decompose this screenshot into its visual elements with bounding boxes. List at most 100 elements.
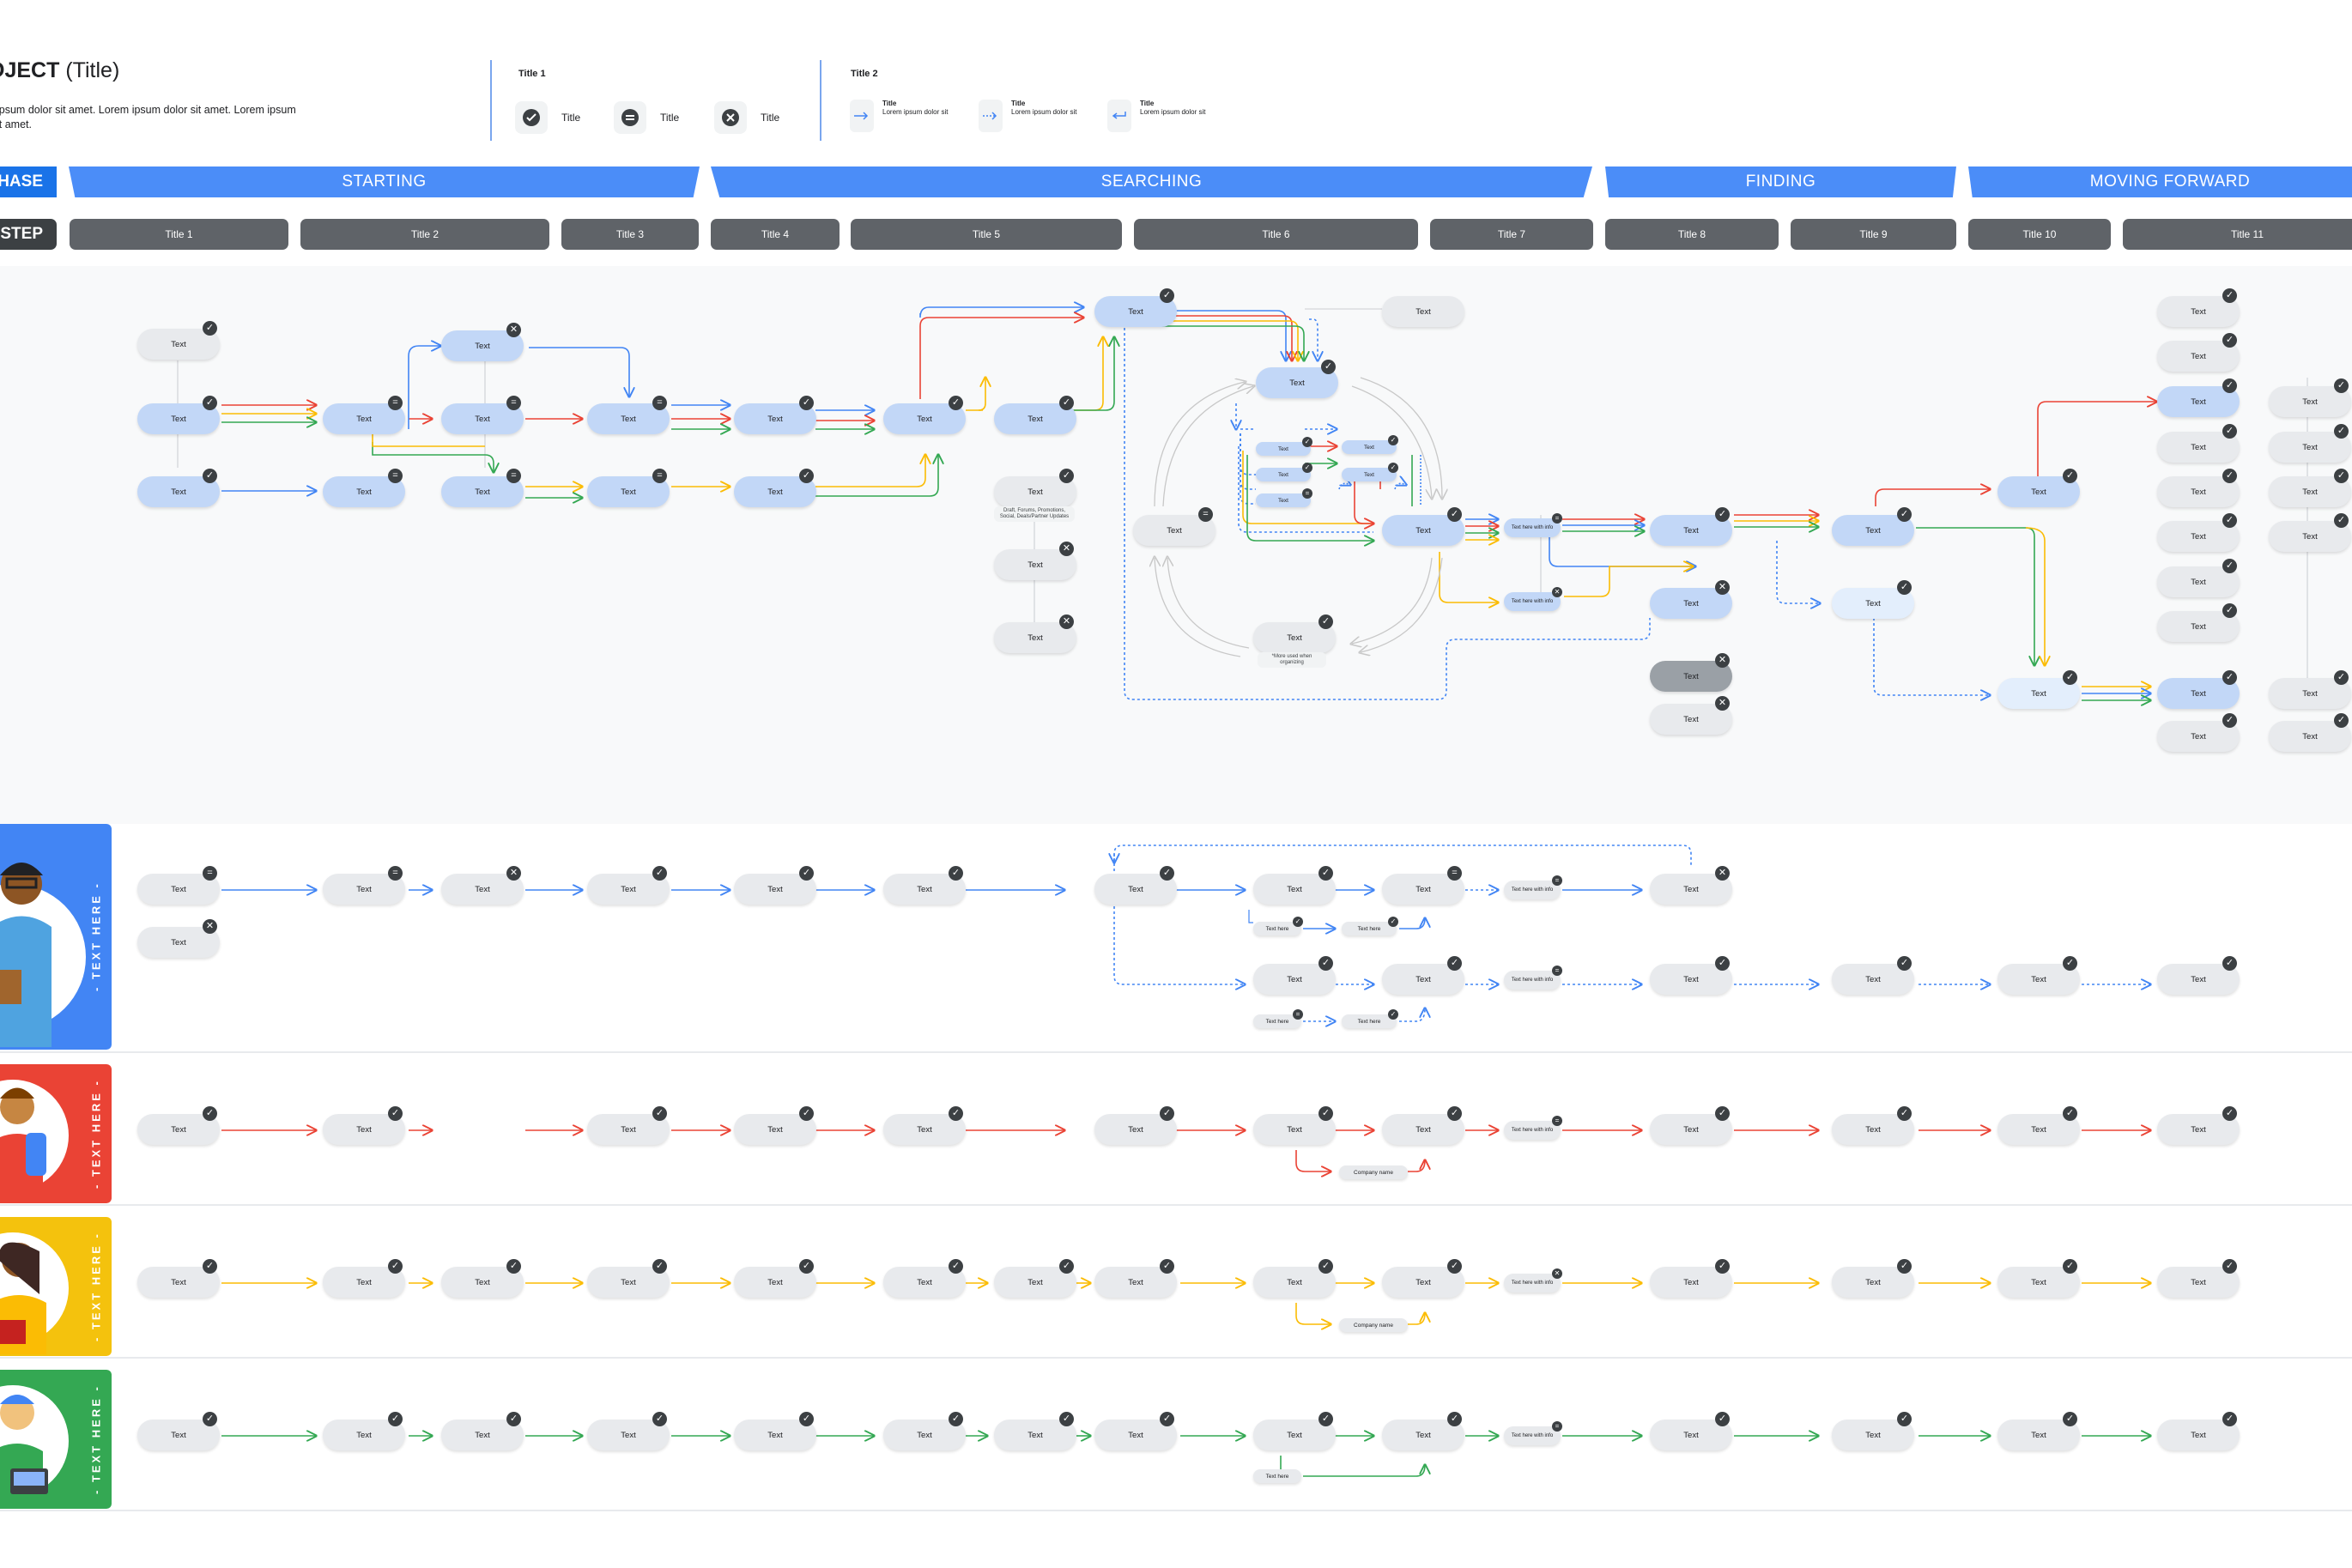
flow-node[interactable]: Text here = [1253,1009,1303,1028]
flow-node[interactable]: Text = [587,396,670,434]
flow-node[interactable]: Text ✕ [1650,580,1732,619]
flow-node[interactable]: Text here ✓ [1342,1009,1398,1028]
flow-node[interactable]: Text here with info ✕ [1504,1268,1562,1293]
flow-node[interactable]: Text ✓ [2157,713,2240,752]
flow-node[interactable]: Text ✓ [1650,1412,1732,1450]
flow-node[interactable]: Text ✕ [441,866,524,905]
flow-node[interactable]: Text ✓ [323,1412,405,1450]
flow-node[interactable]: Text ✓ [1094,1412,1177,1450]
flow-node[interactable]: Text ✕ [1650,696,1732,735]
flow-node[interactable]: Text ✓ [2157,513,2240,552]
flow-node[interactable]: Text = [1382,866,1464,905]
flow-node[interactable]: Text ✓ [1832,1259,1914,1298]
flow-node[interactable]: Text ✓ [1832,580,1914,619]
flow-node[interactable]: Text ✓ [1094,288,1177,327]
flow-node[interactable]: Text ✓ [1382,1106,1464,1145]
flow-node[interactable]: Text [1382,296,1464,327]
flow-node[interactable]: Text ✓ [323,1106,405,1145]
flow-node[interactable]: Text ✓ [1253,866,1336,905]
flow-node[interactable]: Text here ✓ [1342,917,1398,935]
flow-node[interactable]: Text ✓ [1342,435,1398,454]
flow-node[interactable]: Text ✓ [1997,670,2080,709]
flow-node[interactable]: Text ✓ [137,469,220,507]
flow-node[interactable]: Text ✓ [323,1259,405,1298]
flow-node[interactable]: Text ✓ [2157,378,2240,417]
flow-node[interactable]: Text ✓ [587,1106,670,1145]
flow-node[interactable]: Text ✓ [734,866,816,905]
flow-node[interactable]: Text ✓ [1832,1412,1914,1450]
flow-node[interactable]: Text ✓ [1382,956,1464,995]
flow-node[interactable]: Text ✓ [883,1412,966,1450]
flow-node[interactable]: Text ✓ [1094,866,1177,905]
flow-node[interactable]: Text ✓ [2157,1106,2240,1145]
flow-node[interactable]: Text here with info = [1504,1116,1562,1140]
flow-node[interactable]: Text ✓ [2157,469,2240,507]
flow-node[interactable]: Text = [323,469,405,507]
flow-node[interactable]: Text ✓ [2269,513,2351,552]
flow-node[interactable]: Text ✓ [734,1106,816,1145]
flow-node[interactable]: Text ✕ [1650,653,1732,692]
flow-node[interactable]: Text ✕ [994,614,1076,653]
flow-node[interactable]: Text here with info = [1504,966,1562,990]
flow-node[interactable]: Text = [137,866,220,905]
flow-node[interactable]: Text ✓ [1253,1259,1336,1298]
flow-node[interactable]: Text ✓ [1997,1106,2080,1145]
flow-node[interactable]: Text ✓ [2157,559,2240,597]
flow-node[interactable]: Text ✓ [883,866,966,905]
flow-node[interactable]: Text ✓ [1342,463,1398,481]
flow-node[interactable]: Text ✓ [1382,1412,1464,1450]
flow-node[interactable]: Text ✓ [2157,1259,2240,1298]
flow-node[interactable]: Text ✓ [1650,507,1732,546]
flow-node[interactable]: Text ✓ [2269,670,2351,709]
flow-node[interactable]: Text ✓ [2157,603,2240,642]
flow-node[interactable]: Text ✓ [1832,507,1914,546]
flow-node[interactable]: Text ✕ [441,323,524,361]
flow-node[interactable]: Text ✓ [2157,333,2240,372]
flow-node[interactable]: Text ✓ [587,1259,670,1298]
flow-node[interactable]: Text ✓ [2157,288,2240,327]
flow-node[interactable]: Text ✓ [137,396,220,434]
flow-node[interactable]: Text ✓ [1997,1412,2080,1450]
flow-node[interactable]: Text = [441,469,524,507]
flow-node[interactable]: Text ✕ [994,542,1076,580]
flow-node[interactable]: Text ✓ [137,1412,220,1450]
flow-node[interactable]: Text ✓ [2157,424,2240,463]
flow-node[interactable]: Text ✓ [734,469,816,507]
flow-node[interactable]: Text ✓ [994,1259,1076,1298]
flow-node[interactable]: Text ✓ [2157,956,2240,995]
flow-node[interactable]: Text ✓ [734,1259,816,1298]
flow-node[interactable]: Text ✓ [994,1412,1076,1450]
flow-node[interactable]: Text ✓ [1253,956,1336,995]
flow-node[interactable]: Company name [1339,1165,1408,1179]
flow-node[interactable]: Text ✓ [1832,956,1914,995]
flow-node[interactable]: Text ✓ [1650,1259,1732,1298]
flow-node[interactable]: Text ✓ [1382,1259,1464,1298]
flow-node[interactable]: Text = [323,396,405,434]
flow-node[interactable]: Text here [1253,1469,1301,1483]
flow-node[interactable]: Text ✓ [1253,1412,1336,1450]
flow-node[interactable]: Company name [1339,1318,1408,1332]
flow-node[interactable]: Text ✓ [1256,437,1312,456]
flow-node[interactable]: Text ✓ [2157,1412,2240,1450]
flow-node[interactable]: Text ✓ [1094,1106,1177,1145]
flow-node[interactable]: Text ✓ [2269,424,2351,463]
flow-node[interactable]: Text ✓ [1997,956,2080,995]
flow-node[interactable]: Text ✓ [2157,670,2240,709]
flow-node[interactable]: Text ✓ [1253,614,1336,653]
flow-node[interactable]: Text ✓ [1997,469,2080,507]
flow-node[interactable]: Text ✓ [441,1259,524,1298]
flow-node[interactable]: Text = [1133,507,1215,546]
flow-node[interactable]: Text ✓ [1650,1106,1732,1145]
flow-node[interactable]: Text here with info = [1504,1421,1562,1445]
flow-node[interactable]: Text ✕ [137,919,220,958]
flow-node[interactable]: Text ✓ [137,1106,220,1145]
flow-node[interactable]: Text ✓ [1256,463,1312,481]
flow-node[interactable]: Text ✓ [1832,1106,1914,1145]
flow-node[interactable]: Text here ✓ [1253,917,1303,935]
flow-node[interactable]: Text ✓ [734,1412,816,1450]
flow-node[interactable]: Text = [323,866,405,905]
flow-node[interactable]: Text ✓ [2269,378,2351,417]
flow-node[interactable]: Text ✓ [883,396,966,434]
flow-node[interactable]: Text ✓ [1382,507,1464,546]
flow-node[interactable]: Text ✓ [1094,1259,1177,1298]
